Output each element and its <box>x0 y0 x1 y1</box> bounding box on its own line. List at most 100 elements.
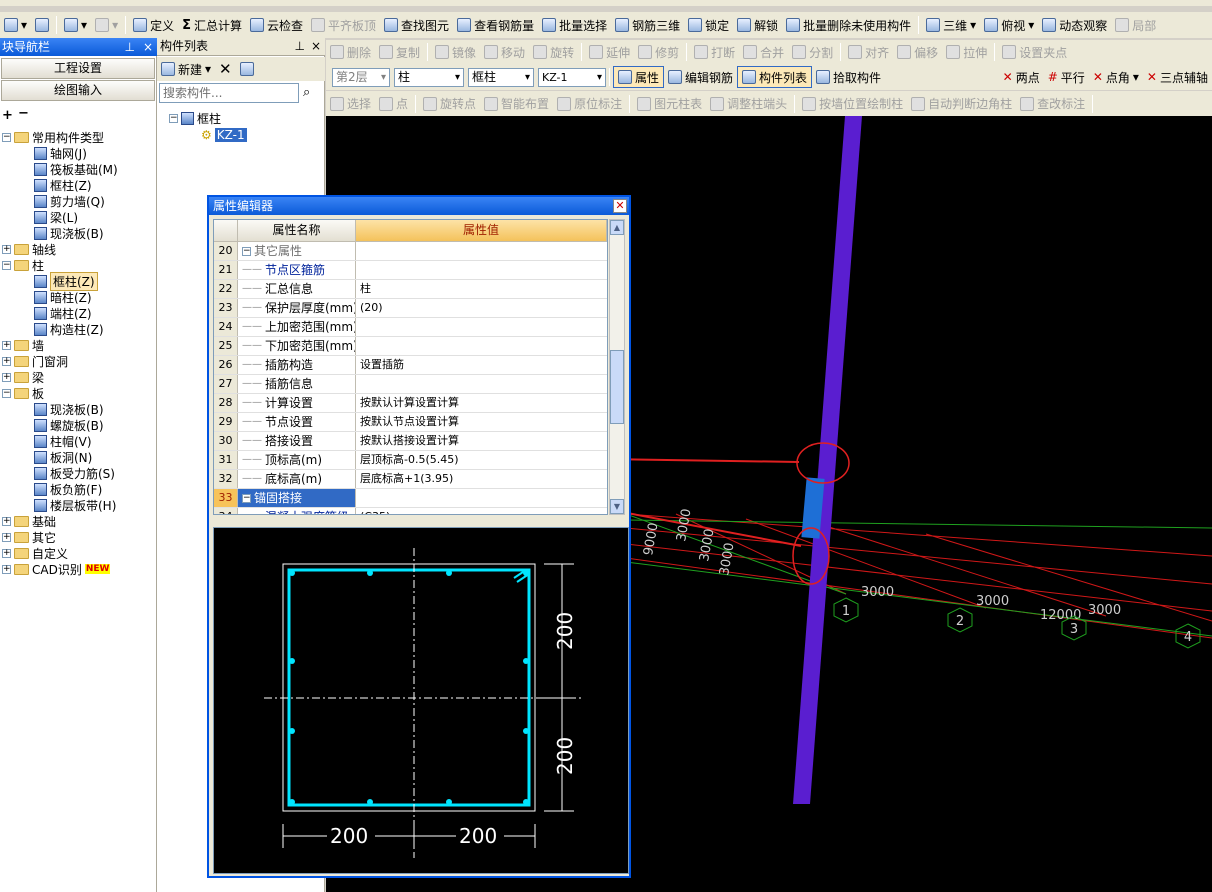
edit-label-button[interactable]: 查改标注 <box>1016 93 1089 115</box>
property-row[interactable]: 21 —— 节点区箍筋 <box>214 261 607 280</box>
select-button[interactable]: 选择 <box>326 93 375 115</box>
nav-item[interactable]: 轴网(J) <box>34 145 87 161</box>
nav-folder[interactable]: + 自定义 <box>2 545 68 561</box>
nav-item[interactable]: 暗柱(Z) <box>34 289 92 305</box>
extend-button[interactable]: 延伸 <box>585 41 634 63</box>
property-value[interactable] <box>356 337 607 355</box>
nav-folder[interactable]: + 墙 <box>2 337 44 353</box>
cloud-check-button[interactable]: 云检查 <box>246 14 307 36</box>
nav-folder[interactable]: − 常用构件类型 <box>2 129 104 145</box>
define-button[interactable]: 定义 <box>129 14 178 36</box>
type2-select[interactable]: 框柱 <box>468 67 534 87</box>
component-list-button[interactable]: 构件列表 <box>737 66 813 88</box>
collapse-icon[interactable]: − <box>242 493 251 503</box>
nav-folder[interactable]: + 其它 <box>2 529 56 545</box>
expand-icon[interactable]: + <box>2 516 11 526</box>
align-slab-top-button[interactable]: 平齐板顶 <box>307 14 380 36</box>
expand-icon[interactable]: + <box>2 372 11 382</box>
expand-icon[interactable]: + <box>2 532 11 542</box>
property-value[interactable]: 柱 <box>356 280 607 298</box>
nav-folder[interactable]: + 轴线 <box>2 241 56 257</box>
drawing-input-button[interactable]: 绘图输入 <box>1 80 155 101</box>
nav-folder[interactable]: + 基础 <box>2 513 56 529</box>
view-3d-dropdown[interactable]: 三维 ▾ <box>922 14 980 36</box>
property-row[interactable]: 32 —— 底标高(m) 层底标高+1(3.95) <box>214 470 607 489</box>
nav-folder[interactable]: + 门窗洞 <box>2 353 68 369</box>
collapse-all-icon[interactable]: − <box>18 106 29 121</box>
nav-item[interactable]: 板负筋(F) <box>34 481 102 497</box>
collapse-icon[interactable]: − <box>242 246 251 256</box>
undo-icon[interactable]: ▾ <box>60 14 91 36</box>
expand-icon[interactable]: + <box>2 340 11 350</box>
nav-item[interactable]: 楼层板带(H) <box>34 497 116 513</box>
component-tree-kz1[interactable]: ⚙ KZ-1 <box>201 127 247 143</box>
property-row[interactable]: 30 —— 搭接设置 按默认搭接设置计算 <box>214 432 607 451</box>
nav-item[interactable]: 柱帽(V) <box>34 433 92 449</box>
nav-folder[interactable]: + CAD识别 NEW <box>2 561 111 577</box>
column-table-button[interactable]: 图元柱表 <box>633 93 706 115</box>
close-icon[interactable]: × <box>143 38 153 56</box>
expand-icon[interactable]: + <box>2 244 11 254</box>
project-settings-button[interactable]: 工程设置 <box>1 58 155 79</box>
property-value[interactable]: 按默认计算设置计算 <box>356 394 607 412</box>
nav-folder[interactable]: − 板 <box>2 385 44 401</box>
search-icon[interactable]: ⌕ <box>303 85 310 100</box>
offset-button[interactable]: 偏移 <box>893 41 942 63</box>
parallel-axis-button[interactable]: # 平行 <box>1044 66 1089 88</box>
properties-button[interactable]: 属性 <box>613 66 665 88</box>
top-view-dropdown[interactable]: 俯视 ▾ <box>980 14 1038 36</box>
collapse-icon[interactable]: − <box>2 388 11 398</box>
two-point-axis-button[interactable]: ✕ 两点 <box>999 66 1044 88</box>
property-value[interactable]: (C35) <box>356 508 607 514</box>
draw-by-wall-button[interactable]: 按墙位置绘制柱 <box>798 93 907 115</box>
nav-item[interactable]: 筏板基础(M) <box>34 161 118 177</box>
break-button[interactable]: 打断 <box>690 41 739 63</box>
nav-folder[interactable]: + 梁 <box>2 369 44 385</box>
property-value[interactable] <box>356 261 607 279</box>
nav-item[interactable]: 板受力筋(S) <box>34 465 115 481</box>
property-row[interactable]: 23 —— 保护层厚度(mm) (20) <box>214 299 607 318</box>
property-row[interactable]: 20− 其它属性 <box>214 242 607 261</box>
property-value[interactable] <box>356 242 607 260</box>
auto-edge-column-button[interactable]: 自动判断边角柱 <box>907 93 1016 115</box>
mirror-button[interactable]: 镜像 <box>431 41 480 63</box>
property-value[interactable]: (20) <box>356 299 607 317</box>
property-row[interactable]: 26 —— 插筋构造 设置插筋 <box>214 356 607 375</box>
move-button[interactable]: 移动 <box>480 41 529 63</box>
property-value[interactable] <box>356 318 607 336</box>
align-button[interactable]: 对齐 <box>844 41 893 63</box>
lock-button[interactable]: 锁定 <box>684 14 733 36</box>
three-point-axis-button[interactable]: ✕ 三点辅轴 <box>1143 66 1212 88</box>
redo-icon[interactable]: ▾ <box>91 14 122 36</box>
smart-layout-button[interactable]: 智能布置 <box>480 93 553 115</box>
orbit-button[interactable]: 动态观察 <box>1038 14 1111 36</box>
unlock-button[interactable]: 解锁 <box>733 14 782 36</box>
copy-icon[interactable] <box>236 58 258 80</box>
scroll-up-icon[interactable]: ▲ <box>610 220 624 235</box>
nav-item[interactable]: 螺旋板(B) <box>34 417 104 433</box>
property-value[interactable]: 层顶标高-0.5(5.45) <box>356 451 607 469</box>
type1-select[interactable]: 柱 <box>394 67 464 87</box>
scroll-thumb[interactable] <box>610 350 624 424</box>
collapse-icon[interactable]: − <box>2 132 11 142</box>
in-place-label-button[interactable]: 原位标注 <box>553 93 626 115</box>
summary-calc-button[interactable]: Σ 汇总计算 <box>178 14 246 36</box>
property-scrollbar[interactable]: ▲ ▼ <box>609 219 625 515</box>
component-search-input[interactable]: 搜索构件... <box>159 83 299 103</box>
rebar-3d-button[interactable]: 钢筋三维 <box>611 14 684 36</box>
property-row[interactable]: 28 —— 计算设置 按默认计算设置计算 <box>214 394 607 413</box>
find-element-button[interactable]: 查找图元 <box>380 14 453 36</box>
property-row[interactable]: 31 —— 顶标高(m) 层顶标高-0.5(5.45) <box>214 451 607 470</box>
save-icon[interactable] <box>31 14 53 36</box>
floor-select[interactable]: 第2层 <box>332 67 390 87</box>
nav-item[interactable]: 现浇板(B) <box>34 401 104 417</box>
open-icon[interactable]: ▾ <box>0 14 31 36</box>
pin-icon[interactable]: ⊥ <box>295 38 305 55</box>
property-row[interactable]: 25 —— 下加密范围(mm) <box>214 337 607 356</box>
nav-item[interactable]: 框柱(Z) <box>34 177 92 193</box>
collapse-icon[interactable]: − <box>2 260 11 270</box>
copy-button[interactable]: 复制 <box>375 41 424 63</box>
component-tree-root[interactable]: − 框柱 <box>169 110 221 126</box>
close-icon[interactable]: × <box>311 38 321 55</box>
scroll-down-icon[interactable]: ▼ <box>610 499 624 514</box>
